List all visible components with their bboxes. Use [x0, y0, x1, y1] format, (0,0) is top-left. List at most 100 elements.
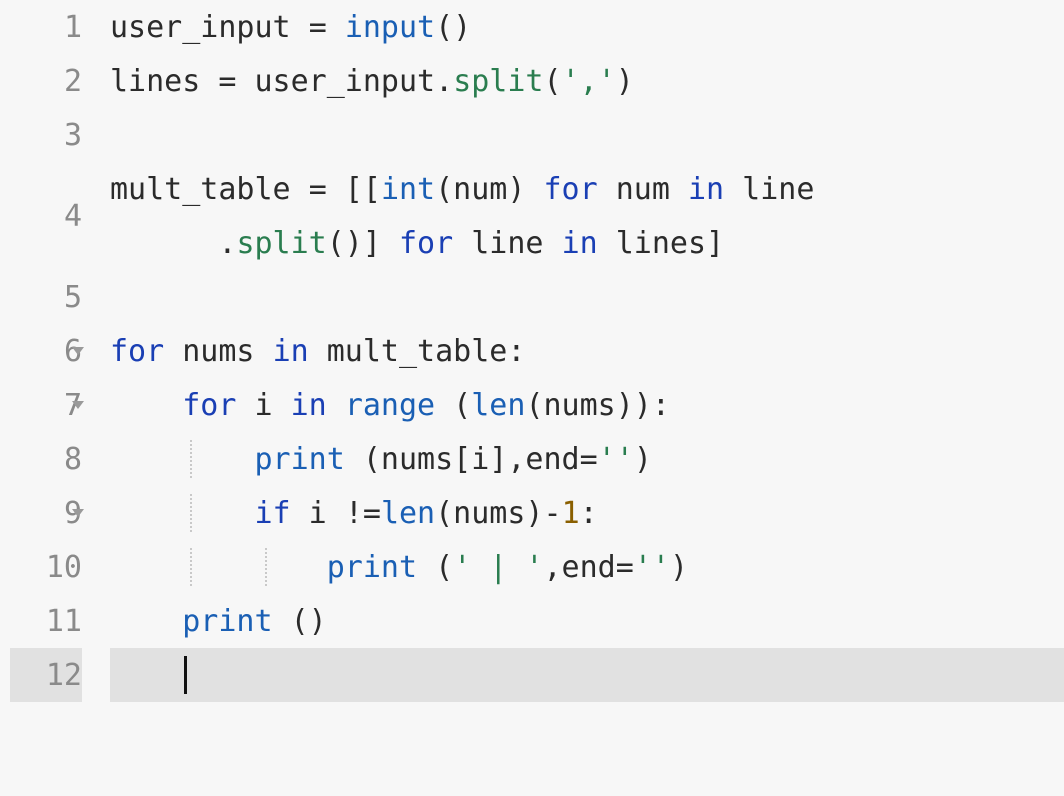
- identifier: (num): [435, 172, 543, 207]
- punctuation: :: [580, 496, 598, 531]
- code-line[interactable]: user_input = input (): [110, 0, 1064, 54]
- builtin-function: print: [182, 604, 272, 639]
- line-number: 9: [10, 486, 82, 540]
- identifier: (nums)):: [525, 388, 670, 423]
- whitespace: [327, 10, 345, 45]
- punctuation: (): [435, 10, 471, 45]
- operator: -: [544, 496, 562, 531]
- identifier: (nums): [435, 496, 543, 531]
- line-number: 12: [10, 648, 82, 702]
- method: split: [236, 226, 326, 261]
- code-line[interactable]: for nums in mult_table:: [110, 324, 1064, 378]
- builtin-function: len: [471, 388, 525, 423]
- code-line[interactable]: lines = user_input. split ( ',' ): [110, 54, 1064, 108]
- line-number: 2: [10, 54, 82, 108]
- code-editor[interactable]: 1 2 3 4 5 6 7 8 9 10 11 12 user_input = …: [0, 0, 1064, 796]
- string-literal: '': [634, 550, 670, 585]
- whitespace: [110, 496, 255, 531]
- operator: =: [309, 172, 327, 207]
- line-number: 3: [10, 108, 82, 162]
- identifier: mult_table:: [309, 334, 526, 369]
- builtin-function: range: [345, 388, 435, 423]
- line-number: 5: [10, 270, 82, 324]
- identifier: (nums[i],end: [345, 442, 580, 477]
- code-line[interactable]: mult_table = [[ int (num) for num in lin…: [110, 162, 1064, 270]
- indent-guide: [190, 548, 192, 586]
- operator: !=: [345, 496, 381, 531]
- punctuation: ()]: [327, 226, 399, 261]
- method: split: [453, 64, 543, 99]
- code-line[interactable]: [110, 270, 1064, 324]
- string-literal: ',': [562, 64, 616, 99]
- builtin-function: len: [381, 496, 435, 531]
- string-literal: ' | ': [453, 550, 543, 585]
- keyword: for: [110, 334, 164, 369]
- identifier: num: [598, 172, 688, 207]
- code-line[interactable]: if i != len (nums) - 1 :: [110, 486, 1064, 540]
- identifier: lines: [110, 64, 218, 99]
- line-number: 10: [10, 540, 82, 594]
- builtin-function: print: [255, 442, 345, 477]
- identifier: line: [724, 172, 814, 207]
- identifier: ,end: [544, 550, 616, 585]
- punctuation: (: [435, 388, 471, 423]
- keyword: for: [544, 172, 598, 207]
- number: 1: [562, 496, 580, 531]
- keyword: in: [273, 334, 309, 369]
- whitespace: [110, 442, 255, 477]
- indent-guide: [265, 548, 267, 586]
- string-literal: '': [598, 442, 634, 477]
- line-number: 8: [10, 432, 82, 486]
- code-area[interactable]: user_input = input () lines = user_input…: [100, 0, 1064, 796]
- whitespace: [110, 658, 182, 693]
- whitespace: [110, 550, 327, 585]
- code-line[interactable]: print (): [110, 594, 1064, 648]
- identifier: nums: [164, 334, 272, 369]
- keyword: if: [255, 496, 291, 531]
- keyword: in: [291, 388, 327, 423]
- fold-marker-icon[interactable]: [72, 347, 84, 355]
- keyword: for: [182, 388, 236, 423]
- operator: =: [218, 64, 236, 99]
- punctuation: (): [273, 604, 327, 639]
- keyword: for: [399, 226, 453, 261]
- code-line[interactable]: print (nums[i],end = '' ): [110, 432, 1064, 486]
- fold-marker-icon[interactable]: [72, 509, 84, 517]
- identifier: i: [291, 496, 345, 531]
- text-cursor: [184, 656, 187, 694]
- code-line-active[interactable]: [110, 648, 1064, 702]
- line-number: 1: [10, 0, 82, 54]
- punctuation: ): [634, 442, 652, 477]
- operator: =: [616, 550, 634, 585]
- whitespace: [110, 604, 182, 639]
- builtin-function: input: [345, 10, 435, 45]
- punctuation: ): [670, 550, 688, 585]
- code-line[interactable]: for i in range ( len (nums)):: [110, 378, 1064, 432]
- keyword: in: [562, 226, 598, 261]
- line-number-gutter: 1 2 3 4 5 6 7 8 9 10 11 12: [0, 0, 100, 796]
- fold-marker-icon[interactable]: [72, 401, 84, 409]
- code-line[interactable]: print ( ' | ' ,end = '' ): [110, 540, 1064, 594]
- whitespace: [110, 226, 218, 261]
- punctuation: [[: [327, 172, 381, 207]
- punctuation: (: [417, 550, 453, 585]
- identifier: mult_table: [110, 172, 309, 207]
- line-number: 4: [10, 162, 82, 270]
- identifier: user_input.: [236, 64, 453, 99]
- identifier: i: [236, 388, 290, 423]
- indent-guide: [190, 494, 192, 532]
- punctuation: ): [616, 64, 634, 99]
- line-number: 11: [10, 594, 82, 648]
- punctuation: .: [218, 226, 236, 261]
- operator: =: [309, 10, 327, 45]
- code-line[interactable]: [110, 108, 1064, 162]
- identifier: lines]: [598, 226, 724, 261]
- keyword: in: [688, 172, 724, 207]
- line-number: 6: [10, 324, 82, 378]
- line-number: 7: [10, 378, 82, 432]
- indent-guide: [190, 440, 192, 478]
- identifier: line: [453, 226, 561, 261]
- whitespace: [327, 388, 345, 423]
- builtin-function: print: [327, 550, 417, 585]
- builtin-function: int: [381, 172, 435, 207]
